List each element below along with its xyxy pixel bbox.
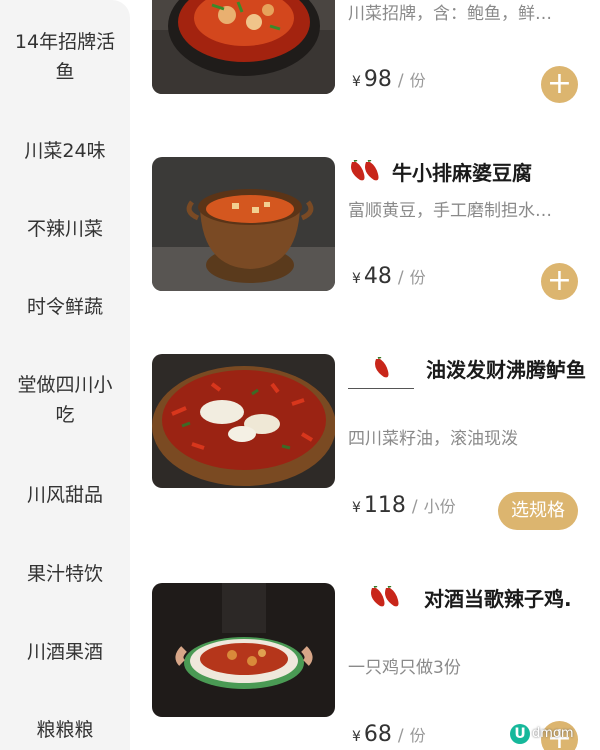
category-item-snacks[interactable]: 堂做四川小吃: [0, 370, 130, 430]
price-unit: 份: [409, 268, 426, 287]
dish-description: 川菜招牌，含：鲍鱼，鲜…: [348, 4, 552, 24]
dish-price: ¥48/ 份: [352, 262, 426, 294]
price-amount: 48: [363, 264, 392, 289]
category-label: 川菜24味: [24, 140, 106, 162]
price-unit: 份: [409, 726, 426, 745]
category-sidebar: 14年招牌活鱼 川菜24味 不辣川菜 时令鲜蔬 堂做四川小吃 川风甜品 果汁特饮…: [0, 0, 130, 750]
price-separator: /: [397, 726, 404, 746]
currency-symbol: ¥: [352, 500, 361, 516]
category-item-non-spicy[interactable]: 不辣川菜: [0, 214, 130, 244]
title-spice-slot: [348, 354, 414, 389]
category-item-drinks[interactable]: 果汁特饮: [0, 559, 130, 589]
dish-description: 四川菜籽油，滚油现泼: [348, 429, 518, 449]
currency-symbol: ¥: [352, 74, 361, 90]
dish-title: 牛小排麻婆豆腐: [348, 157, 588, 191]
dish-title-text: 对酒当歌辣子鸡.: [424, 587, 572, 611]
dish-price: ¥118/ 小份: [352, 491, 456, 523]
dish-title-text: 油泼发财沸腾鲈鱼: [426, 358, 586, 382]
dish-image: [152, 0, 335, 94]
category-label: 川风甜品: [26, 484, 103, 506]
dish-description: 一只鸡只做3份: [348, 658, 461, 678]
add-to-cart-button[interactable]: +: [541, 263, 578, 300]
add-to-cart-button[interactable]: +: [541, 66, 578, 103]
dish-price: ¥98/ 份: [352, 65, 426, 97]
price-unit: 小份: [423, 497, 456, 516]
price-separator: /: [397, 268, 404, 288]
price-unit: 份: [409, 71, 426, 90]
dish-title: 油泼发财沸腾鲈鱼: [348, 354, 588, 389]
category-label: 时令鲜蔬: [26, 296, 103, 318]
watermark: Udmom: [510, 722, 588, 746]
dish-title-text: 牛小排麻婆豆腐: [392, 161, 532, 185]
dish-price: ¥68/ 份: [352, 720, 426, 750]
price-amount: 98: [363, 67, 392, 92]
watermark-text: dmom: [532, 726, 574, 741]
dish-image: [152, 583, 335, 717]
price-separator: /: [411, 497, 418, 517]
dish-title: 对酒当歌辣子鸡.: [348, 583, 588, 617]
price-separator: /: [397, 71, 404, 91]
price-amount: 68: [363, 722, 392, 747]
price-amount: 118: [363, 493, 406, 518]
category-label: 堂做四川小吃: [17, 374, 113, 426]
chili-pepper-icon: [348, 159, 384, 191]
menu-item[interactable]: 川菜招牌，含：鲍鱼，鲜… ¥98/ 份 +: [152, 0, 600, 110]
currency-symbol: ¥: [352, 729, 361, 745]
dish-image: [152, 354, 335, 488]
category-item-signature-fish[interactable]: 14年招牌活鱼: [0, 27, 130, 87]
dish-image: [152, 157, 335, 291]
category-item-sichuan-24[interactable]: 川菜24味: [0, 136, 130, 166]
category-item-grains[interactable]: 粮粮粮: [0, 715, 130, 745]
menu-item[interactable]: 油泼发财沸腾鲈鱼 四川菜籽油，滚油现泼 ¥118/ 小份 选规格: [152, 354, 600, 534]
currency-symbol: ¥: [352, 271, 361, 287]
select-spec-button[interactable]: 选规格: [498, 492, 578, 530]
category-label: 14年招牌活鱼: [14, 31, 116, 83]
category-item-desserts[interactable]: 川风甜品: [0, 480, 130, 510]
category-label: 果汁特饮: [26, 563, 103, 585]
dish-description: 富顺黄豆，手工磨制担水…: [348, 201, 552, 221]
watermark-logo-icon: U: [510, 724, 530, 744]
chili-pepper-icon: [372, 356, 390, 388]
category-label: 粮粮粮: [36, 719, 94, 741]
category-label: 不辣川菜: [26, 218, 103, 240]
category-item-liquor[interactable]: 川酒果酒: [0, 637, 130, 667]
category-item-seasonal-veg[interactable]: 时令鲜蔬: [0, 292, 130, 322]
menu-item[interactable]: 牛小排麻婆豆腐 富顺黄豆，手工磨制担水… ¥48/ 份 +: [152, 157, 600, 300]
category-label: 川酒果酒: [26, 641, 103, 663]
chili-pepper-icon: [368, 585, 404, 617]
title-spice-slot: [348, 583, 418, 617]
